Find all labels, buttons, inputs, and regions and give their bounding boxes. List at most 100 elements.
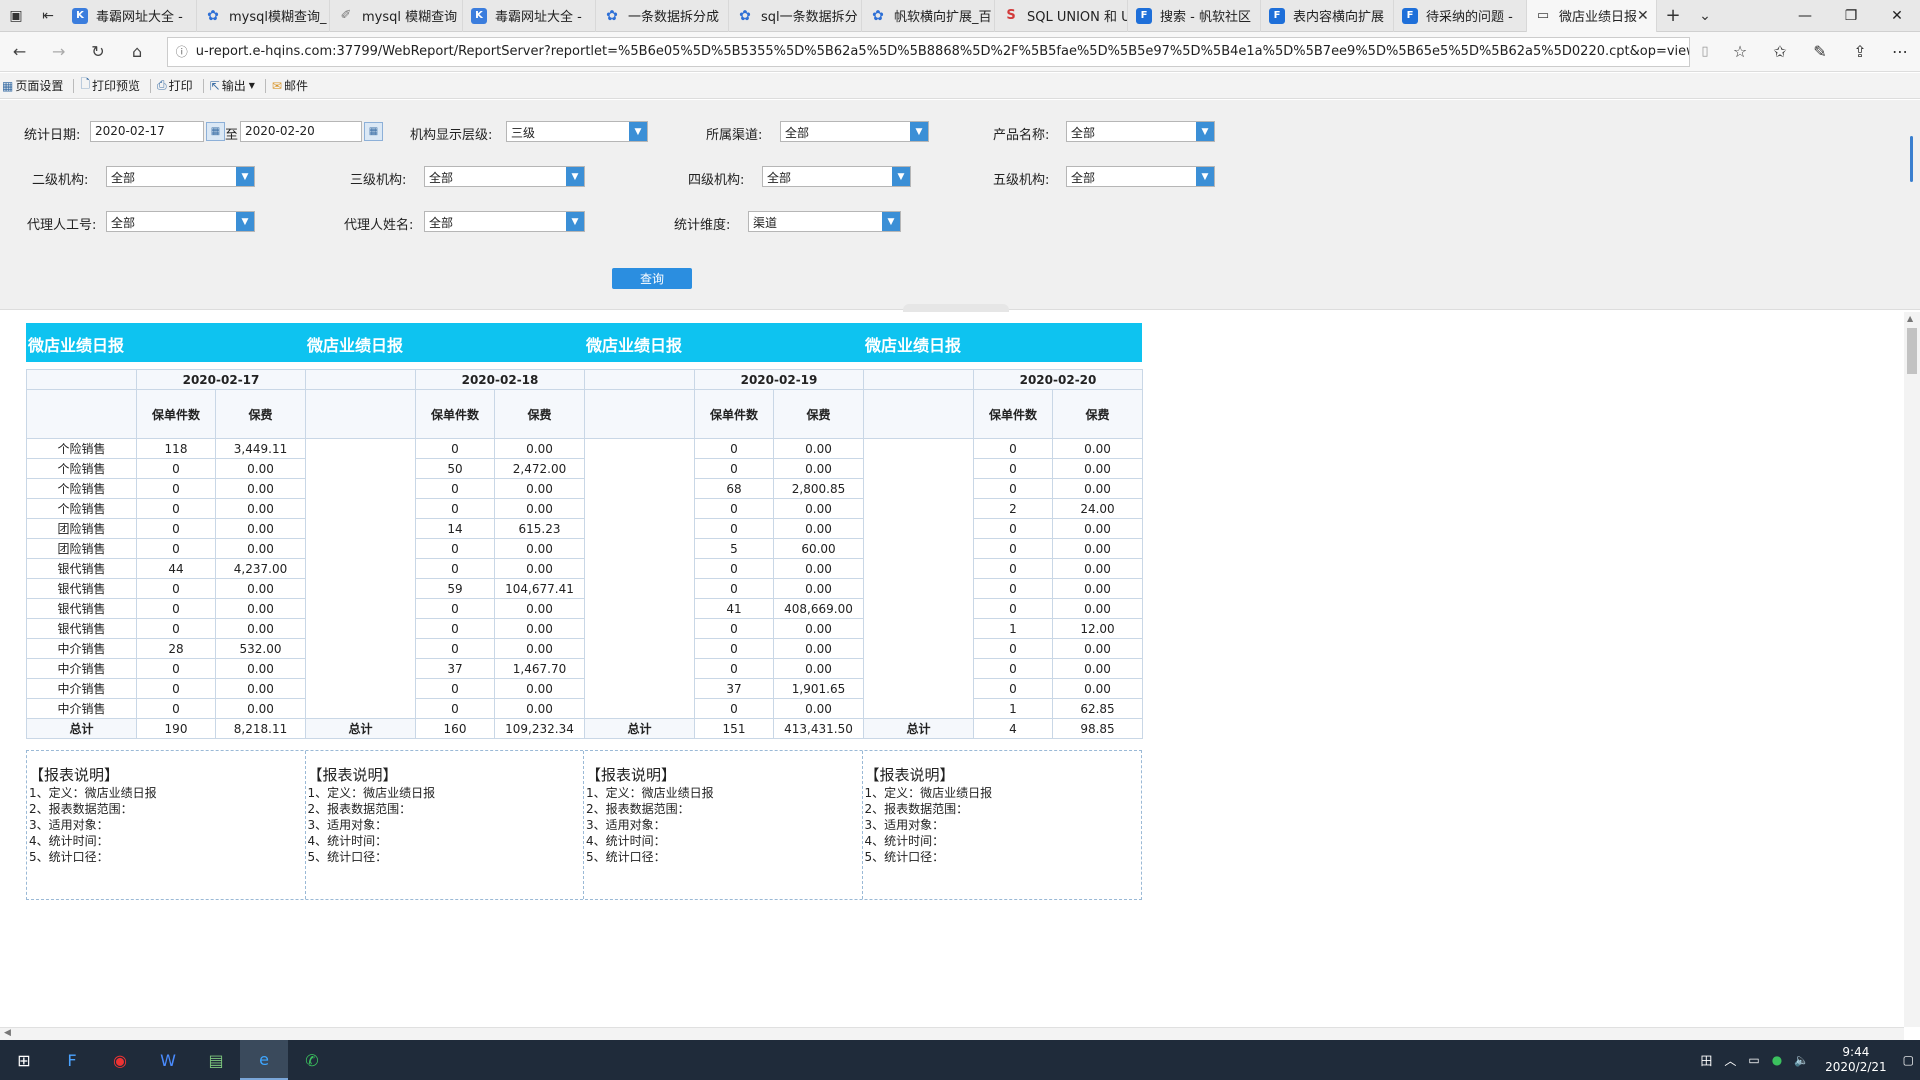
new-tab-icon[interactable]: +: [1657, 0, 1689, 32]
scroll-up-icon[interactable]: ▲: [1907, 314, 1913, 323]
table-row: 银代销售 0 0.00 0 0.00 0 0.00 1 12.00: [26, 618, 1143, 639]
home-icon[interactable]: ⌂: [118, 32, 157, 72]
note-line: 5、统计口径：: [307, 850, 388, 864]
org2-select[interactable]: 全部 ▼: [106, 166, 255, 187]
tab-8[interactable]: F 搜索 - 帆软社区: [1128, 0, 1261, 32]
print-preview-button[interactable]: 🗋 打印预览: [80, 75, 140, 96]
report-vertical-scrollbar[interactable]: ▲: [1904, 312, 1920, 1027]
favorites-hub-icon[interactable]: ✩: [1760, 32, 1800, 72]
tab-7[interactable]: S SQL UNION 和 U: [995, 0, 1128, 32]
close-window-icon[interactable]: ✕: [1874, 0, 1920, 32]
dropdown-arrow-icon[interactable]: ▼: [1196, 122, 1214, 141]
count-cell: 0: [694, 458, 774, 479]
reading-view-icon[interactable]: ▯: [1690, 32, 1720, 72]
date-to-field[interactable]: 2020-02-20 ▦: [240, 121, 383, 142]
restore-icon[interactable]: ❐: [1828, 0, 1874, 32]
favorite-star-icon[interactable]: ☆: [1720, 32, 1760, 72]
org5-select[interactable]: 全部 ▼: [1066, 166, 1215, 187]
refresh-icon[interactable]: ↻: [78, 32, 117, 72]
org3-select[interactable]: 全部 ▼: [424, 166, 585, 187]
url-field[interactable]: ⓘ u-report.e-hqins.com:37799/WebReport/R…: [166, 36, 1690, 67]
print-button[interactable]: ⎙ 打印: [157, 77, 193, 94]
wechat-icon[interactable]: ✆: [288, 1040, 336, 1080]
count-cell: 0: [136, 458, 216, 479]
wechat-tray-icon[interactable]: ●: [1772, 1053, 1782, 1067]
tab-label: 一条数据拆分成: [628, 10, 720, 25]
dropdown-arrow-icon[interactable]: ▼: [566, 212, 584, 231]
pen-icon[interactable]: ✎: [1800, 32, 1840, 72]
org-level-select[interactable]: 三级 ▼: [506, 121, 648, 142]
collapse-panel-handle[interactable]: [903, 304, 1009, 312]
table-row: 中介销售 0 0.00 37 1,467.70 0 0.00 0 0.00: [26, 658, 1143, 679]
dropdown-arrow-icon[interactable]: ▼: [882, 212, 900, 231]
premium-cell: 0.00: [773, 438, 864, 459]
site-info-icon[interactable]: ⓘ: [176, 43, 188, 60]
notifications-icon[interactable]: ▢: [1903, 1053, 1914, 1067]
tab-3[interactable]: K 毒霸网址大全 -: [463, 0, 596, 32]
tab-4[interactable]: ✿ 一条数据拆分成: [596, 0, 729, 32]
close-tab-icon[interactable]: ✕: [1637, 8, 1649, 24]
dimension-select[interactable]: 渠道 ▼: [748, 211, 901, 232]
network-icon[interactable]: ▭: [1748, 1053, 1759, 1067]
premium-cell: 0.00: [1052, 538, 1143, 559]
tab-6[interactable]: ✿ 帆软横向扩展_百: [862, 0, 995, 32]
window-controls: — ❐ ✕: [1782, 0, 1920, 32]
dropdown-arrow-icon[interactable]: ▼: [629, 122, 647, 141]
fanruan-app-icon[interactable]: F: [48, 1040, 96, 1080]
start-icon[interactable]: ⊞: [0, 1040, 48, 1080]
page-setup-button[interactable]: ▦ 页面设置: [2, 77, 63, 94]
tab-label: SQL UNION 和 U: [1027, 10, 1128, 25]
ime-icon[interactable]: 田: [1700, 1052, 1712, 1069]
minimize-icon[interactable]: —: [1782, 0, 1828, 32]
scroll-thumb[interactable]: [1910, 136, 1913, 182]
edge-icon[interactable]: e: [240, 1040, 288, 1080]
volume-icon[interactable]: 🔈: [1794, 1053, 1809, 1067]
dropdown-arrow-icon[interactable]: ▼: [566, 167, 584, 186]
total-premium: 8,218.11: [215, 718, 306, 739]
scroll-thumb[interactable]: [1907, 328, 1917, 374]
tab-10[interactable]: F 待采纳的问题 -: [1394, 0, 1527, 32]
tab-0[interactable]: K 毒霸网址大全 -: [64, 0, 197, 32]
dropdown-arrow-icon[interactable]: ▼: [236, 212, 254, 231]
tab-actions-icon[interactable]: ▣: [0, 0, 32, 32]
product-select[interactable]: 全部 ▼: [1066, 121, 1215, 142]
tab-2[interactable]: ✐ mysql 模糊查询: [330, 0, 463, 32]
more-icon[interactable]: ⋯: [1880, 32, 1920, 72]
clock[interactable]: 9:44 2020/2/21: [1825, 1045, 1887, 1075]
back-icon[interactable]: ←: [0, 32, 39, 72]
tab-preview-chevron-icon[interactable]: ⌄: [1689, 0, 1721, 32]
column-header-count: 保单件数: [415, 389, 495, 439]
page-setup-label: 页面设置: [15, 79, 64, 93]
calendar-icon[interactable]: ▦: [206, 122, 225, 141]
calendar-icon[interactable]: ▦: [364, 122, 383, 141]
share-icon[interactable]: ⇪: [1840, 32, 1880, 72]
dropdown-arrow-icon[interactable]: ▼: [892, 167, 910, 186]
parameter-panel: 统计日期: 2020-02-17 ▦ 至 2020-02-20 ▦ 机构显示层级: …: [0, 100, 1920, 312]
tab-9[interactable]: F 表内容横向扩展: [1261, 0, 1394, 32]
dropdown-arrow-icon[interactable]: ▼: [236, 167, 254, 186]
agent-name-select[interactable]: 全部 ▼: [424, 211, 585, 232]
tab-5[interactable]: ✿ sql一条数据拆分: [729, 0, 862, 32]
channel-select[interactable]: 全部 ▼: [780, 121, 929, 142]
tab-11[interactable]: ▭ 微店业绩日报 ✕: [1527, 0, 1657, 32]
date-from-field[interactable]: 2020-02-17 ▦: [90, 121, 225, 142]
set-aside-tabs-icon[interactable]: ⇤: [32, 0, 64, 32]
premium-cell: 0.00: [494, 478, 585, 499]
query-button[interactable]: 查询: [612, 268, 692, 289]
report-horizontal-scrollbar[interactable]: ◀: [0, 1027, 1904, 1041]
parameter-scrollbar[interactable]: [1904, 100, 1920, 310]
dropdown-arrow-icon[interactable]: ▼: [910, 122, 928, 141]
dropdown-arrow-icon[interactable]: ▼: [1196, 167, 1214, 186]
export-button[interactable]: ⇱ 输出 ▼: [210, 77, 255, 94]
wps-icon[interactable]: W: [144, 1040, 192, 1080]
mail-button[interactable]: ✉ 邮件: [272, 77, 308, 94]
count-cell: 0: [973, 598, 1053, 619]
netease-music-icon[interactable]: ◉: [96, 1040, 144, 1080]
agent-id-select[interactable]: 全部 ▼: [106, 211, 255, 232]
tray-chevron-icon[interactable]: ︿: [1724, 1052, 1736, 1069]
tab-1[interactable]: ✿ mysql模糊查询_: [197, 0, 330, 32]
notepad-icon[interactable]: ▤: [192, 1040, 240, 1080]
forward-icon[interactable]: →: [39, 32, 78, 72]
org4-select[interactable]: 全部 ▼: [762, 166, 911, 187]
scroll-left-icon[interactable]: ◀: [4, 1028, 11, 1038]
